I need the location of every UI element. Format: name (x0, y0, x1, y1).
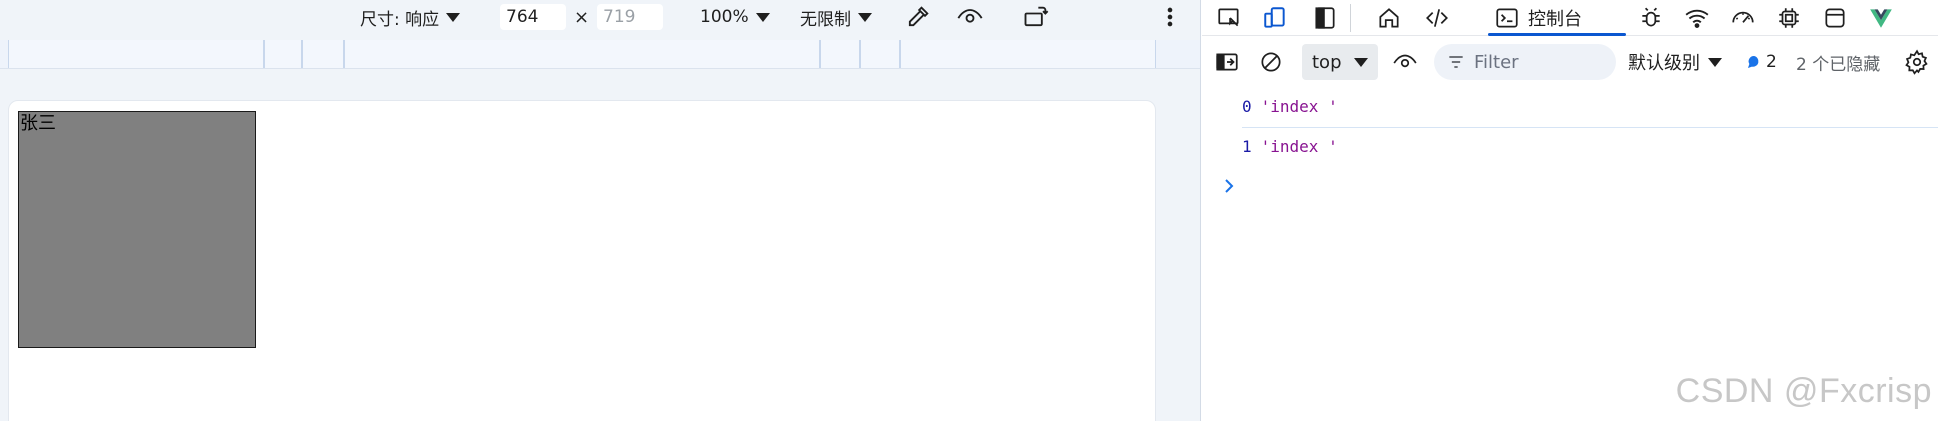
memory-chip-icon[interactable] (1774, 3, 1804, 33)
chevron-down-icon (755, 12, 770, 22)
vision-deficiency-icon[interactable] (956, 0, 984, 34)
eyedropper-icon[interactable] (904, 0, 932, 34)
gray-box: 张三 (18, 111, 256, 348)
throttle-label: 无限制 (800, 9, 851, 30)
message-icon (1748, 55, 1759, 68)
devtools-tab-bar: 控制台 (1202, 0, 1938, 36)
devtools-panel: 控制台 top Filter 默认级别 2 2 个已隐藏 0 'index ' … (1202, 0, 1938, 421)
divider (1350, 4, 1351, 32)
height-input[interactable]: 719 (597, 4, 663, 30)
gear-icon[interactable] (1902, 47, 1932, 77)
log-level-label: 默认级别 (1628, 53, 1700, 74)
device-toggle-icon[interactable] (1260, 3, 1290, 33)
live-expression-eye-icon[interactable] (1390, 47, 1420, 77)
screen: 尺寸: 响应 764 × 719 100% 无限制 张三 控制台 top Fil… (0, 0, 1938, 421)
dock-side-icon[interactable] (1310, 3, 1340, 33)
media-query-segment[interactable] (264, 40, 302, 68)
chevron-down-icon (446, 12, 461, 22)
log-index: 0 (1242, 96, 1252, 116)
log-value: 'index ' (1260, 136, 1338, 156)
log-index: 1 (1242, 136, 1252, 156)
device-toolbar: 尺寸: 响应 764 × 719 100% 无限制 (0, 0, 1200, 34)
media-query-segment[interactable] (900, 40, 1156, 68)
media-query-bar[interactable] (0, 40, 1200, 68)
chevron-down-icon (1353, 57, 1368, 67)
console-icon (1496, 8, 1518, 28)
home-icon[interactable] (1374, 3, 1404, 33)
chevron-down-icon (1708, 57, 1722, 67)
log-value: 'index ' (1260, 96, 1338, 116)
console-output[interactable]: 0 'index ' 1 'index ' (1202, 86, 1938, 421)
zoom-label: 100% (700, 7, 749, 27)
times-symbol: × (574, 6, 590, 28)
message-count: 2 (1766, 52, 1777, 72)
vue-logo-icon[interactable] (1866, 3, 1896, 33)
active-tab-indicator (1488, 33, 1626, 36)
chevron-down-icon (858, 12, 872, 22)
inspect-icon[interactable] (1214, 3, 1244, 33)
media-query-segment[interactable] (820, 40, 860, 68)
media-query-segment[interactable] (344, 40, 820, 68)
log-level-dropdown[interactable]: 默认级别 (1628, 42, 1722, 82)
tab-console[interactable]: 控制台 (1488, 0, 1630, 36)
zoom-dropdown[interactable]: 100% (700, 0, 770, 34)
filter-icon (1449, 56, 1463, 68)
more-options-icon[interactable] (1160, 0, 1180, 34)
message-count-badge[interactable]: 2 (1746, 42, 1777, 82)
width-input[interactable]: 764 (500, 4, 566, 30)
sidebar-toggle-icon[interactable] (1212, 47, 1242, 77)
dimensions-label: 尺寸: 响应 (360, 9, 440, 30)
clear-console-icon[interactable] (1256, 47, 1286, 77)
divider (0, 68, 1200, 69)
media-query-segment[interactable] (860, 40, 900, 68)
console-log-row[interactable]: 1 'index ' (1242, 127, 1938, 165)
console-log-row[interactable]: 0 'index ' (1242, 87, 1938, 125)
rotate-icon[interactable] (1022, 0, 1050, 34)
application-icon[interactable] (1820, 3, 1850, 33)
device-emulation-pane: 尺寸: 响应 764 × 719 100% 无限制 张三 (0, 0, 1201, 421)
box-text: 张三 (20, 113, 56, 134)
elements-icon[interactable] (1422, 3, 1452, 33)
hidden-count: 2 个已隐藏 (1796, 54, 1881, 75)
watermark: CSDN @Fxcrisp (1675, 372, 1932, 410)
tab-console-label: 控制台 (1528, 9, 1582, 30)
dimensions-dropdown[interactable]: 尺寸: 响应 (360, 0, 461, 34)
context-select[interactable]: top (1302, 44, 1378, 80)
wifi-icon[interactable] (1682, 3, 1712, 33)
filter-placeholder: Filter (1474, 51, 1519, 73)
media-query-segment[interactable] (302, 40, 344, 68)
throttle-dropdown[interactable]: 无限制 (800, 0, 872, 34)
console-prompt-chevron-icon[interactable] (1220, 174, 1240, 198)
console-toolbar: top Filter 默认级别 2 2 个已隐藏 (1202, 42, 1938, 82)
bug-icon[interactable] (1636, 3, 1666, 33)
context-select-label: top (1312, 51, 1342, 73)
filter-input[interactable]: Filter (1434, 44, 1616, 80)
performance-icon[interactable] (1728, 3, 1758, 33)
media-query-segment[interactable] (8, 40, 264, 68)
